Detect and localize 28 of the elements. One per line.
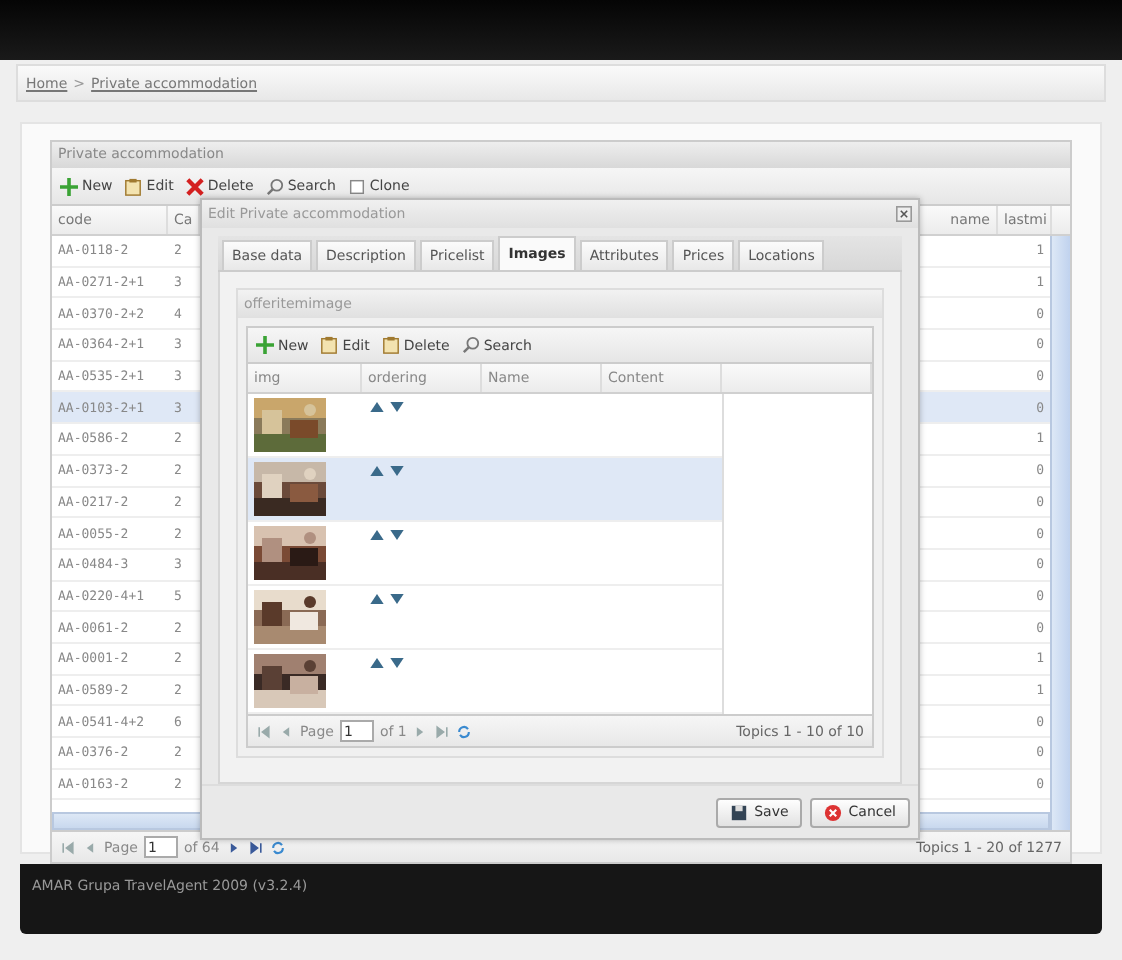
delete-icon bbox=[185, 177, 204, 195]
search-icon bbox=[461, 336, 480, 354]
last-page-icon[interactable] bbox=[247, 839, 264, 856]
up-arrow-icon[interactable] bbox=[370, 594, 384, 604]
refresh-icon[interactable] bbox=[456, 723, 473, 739]
down-arrow-icon[interactable] bbox=[390, 658, 404, 668]
table-row[interactable] bbox=[248, 586, 722, 650]
up-arrow-icon[interactable] bbox=[370, 530, 384, 540]
plus-icon bbox=[60, 177, 78, 195]
page-icon bbox=[347, 177, 366, 195]
up-arrow-icon[interactable] bbox=[370, 466, 384, 476]
scrollbar[interactable] bbox=[1050, 236, 1070, 831]
down-arrow-icon[interactable] bbox=[390, 594, 404, 604]
down-arrow-icon[interactable] bbox=[390, 466, 404, 476]
close-icon[interactable] bbox=[896, 206, 912, 222]
clipboard-icon bbox=[320, 336, 339, 354]
refresh-icon[interactable] bbox=[269, 839, 286, 856]
plus-icon bbox=[256, 336, 274, 354]
down-arrow-icon[interactable] bbox=[390, 530, 404, 540]
table-row[interactable] bbox=[248, 522, 722, 586]
down-arrow-icon[interactable] bbox=[390, 402, 404, 412]
up-arrow-icon[interactable] bbox=[370, 402, 384, 412]
clipboard-icon bbox=[124, 177, 143, 195]
cancel-icon bbox=[824, 803, 843, 821]
table-row[interactable] bbox=[248, 458, 722, 522]
clipboard-icon bbox=[381, 336, 400, 354]
search-icon bbox=[265, 177, 284, 195]
up-arrow-icon[interactable] bbox=[370, 658, 384, 668]
